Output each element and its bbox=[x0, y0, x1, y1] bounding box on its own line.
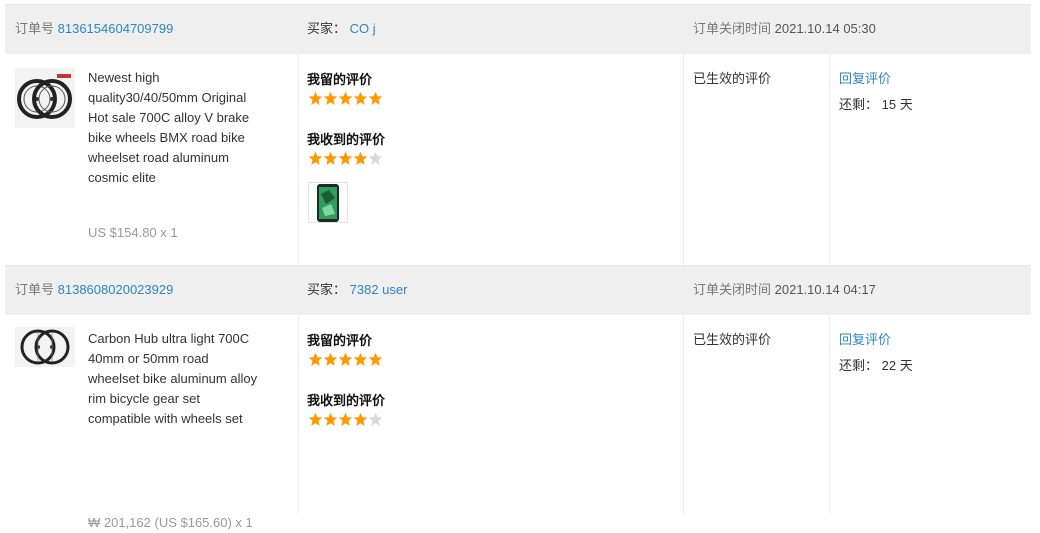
product-name[interactable]: Newest high quality30/40/50mm Original H… bbox=[88, 68, 258, 188]
order-number: 订单号 8138608020023929 bbox=[15, 266, 173, 314]
star-filled-icon bbox=[338, 412, 353, 426]
star-filled-icon bbox=[323, 352, 338, 366]
review-photo-attachment[interactable] bbox=[308, 182, 348, 223]
column-divider bbox=[683, 54, 684, 265]
remaining-days: 22 bbox=[881, 358, 897, 373]
my-review-title: 我留的评价 bbox=[307, 72, 373, 87]
order-number: 订单号 8136154604709799 bbox=[15, 5, 173, 53]
product-name[interactable]: Carbon Hub ultra light 700C 40mm or 50mm… bbox=[88, 329, 258, 429]
my-review-stars bbox=[308, 91, 383, 106]
buyer-link[interactable]: CO j bbox=[350, 21, 376, 36]
column-divider bbox=[829, 315, 830, 514]
remaining-label: 还剩： bbox=[839, 97, 879, 112]
remaining-time: 还剩： 15 天 bbox=[839, 94, 913, 113]
order-body: Carbon Hub ultra light 700C 40mm or 50mm… bbox=[5, 315, 1031, 530]
star-filled-icon bbox=[308, 91, 323, 105]
order-number-link[interactable]: 8136154604709799 bbox=[58, 21, 174, 36]
buyer-link[interactable]: 7382 user bbox=[350, 282, 408, 297]
buyer: 买家： 7382 user bbox=[307, 266, 407, 314]
close-time-value: 2021.10.14 05:30 bbox=[774, 21, 876, 36]
received-review-title: 我收到的评价 bbox=[307, 132, 386, 147]
star-filled-icon bbox=[323, 151, 338, 165]
column-divider bbox=[829, 54, 830, 265]
star-filled-icon bbox=[308, 412, 323, 426]
product-price: ₩ 201,162 (US $165.60) x 1 bbox=[88, 515, 253, 530]
star-empty-icon bbox=[368, 412, 383, 426]
column-divider bbox=[683, 315, 684, 514]
star-empty-icon bbox=[368, 151, 383, 165]
days-unit: 天 bbox=[899, 358, 913, 373]
close-time: 订单关闭时间 2021.10.14 05:30 bbox=[693, 5, 876, 53]
days-unit: 天 bbox=[899, 97, 913, 112]
star-filled-icon bbox=[353, 352, 368, 366]
column-divider bbox=[298, 54, 299, 265]
close-time-value: 2021.10.14 04:17 bbox=[774, 282, 876, 297]
remaining-days: 15 bbox=[881, 97, 897, 112]
star-filled-icon bbox=[338, 91, 353, 105]
star-filled-icon bbox=[323, 412, 338, 426]
order-number-label: 订单号 bbox=[15, 21, 55, 36]
order-header: 订单号 8138608020023929 买家： 7382 user 订单关闭时… bbox=[5, 265, 1031, 315]
order-number-label: 订单号 bbox=[15, 282, 55, 297]
order-number-link[interactable]: 8138608020023929 bbox=[58, 282, 174, 297]
star-filled-icon bbox=[308, 352, 323, 366]
reply-review-link[interactable]: 回复评价 bbox=[839, 68, 891, 87]
order-card: 订单号 8136154604709799 买家： CO j 订单关闭时间 202… bbox=[5, 4, 1031, 265]
close-time-label: 订单关闭时间 bbox=[693, 21, 772, 36]
star-filled-icon bbox=[353, 412, 368, 426]
review-list: 订单号 8136154604709799 买家： CO j 订单关闭时间 202… bbox=[0, 0, 1040, 530]
order-header: 订单号 8136154604709799 买家： CO j 订单关闭时间 202… bbox=[5, 4, 1031, 54]
column-divider bbox=[298, 315, 299, 514]
wheelset-image bbox=[17, 74, 72, 119]
received-review-stars bbox=[308, 151, 383, 166]
received-review-stars bbox=[308, 412, 383, 427]
star-filled-icon bbox=[338, 151, 353, 165]
photo-icon bbox=[317, 183, 339, 222]
effective-review-status: 已生效的评价 bbox=[693, 71, 772, 86]
star-filled-icon bbox=[353, 151, 368, 165]
buyer-label: 买家： bbox=[307, 21, 347, 36]
order-body: Newest high quality30/40/50mm Original H… bbox=[5, 54, 1031, 265]
reply-review-link[interactable]: 回复评价 bbox=[839, 329, 891, 348]
remaining-label: 还剩： bbox=[839, 358, 879, 373]
close-time: 订单关闭时间 2021.10.14 04:17 bbox=[693, 266, 876, 314]
my-review-stars bbox=[308, 352, 383, 367]
star-filled-icon bbox=[353, 91, 368, 105]
remaining-time: 还剩： 22 天 bbox=[839, 355, 913, 374]
product-price: US $154.80 x 1 bbox=[88, 225, 178, 240]
star-filled-icon bbox=[308, 151, 323, 165]
buyer: 买家： CO j bbox=[307, 5, 376, 53]
buyer-label: 买家： bbox=[307, 282, 347, 297]
order-card: 订单号 8138608020023929 买家： 7382 user 订单关闭时… bbox=[5, 265, 1031, 530]
star-filled-icon bbox=[338, 352, 353, 366]
product-thumbnail[interactable] bbox=[15, 68, 75, 128]
product-thumbnail[interactable] bbox=[15, 327, 75, 367]
close-time-label: 订单关闭时间 bbox=[693, 282, 772, 297]
my-review-title: 我留的评价 bbox=[307, 333, 373, 348]
star-filled-icon bbox=[368, 91, 383, 105]
star-filled-icon bbox=[368, 352, 383, 366]
star-filled-icon bbox=[323, 91, 338, 105]
received-review-title: 我收到的评价 bbox=[307, 393, 386, 408]
effective-review-status: 已生效的评价 bbox=[693, 332, 772, 347]
wheelset-image bbox=[20, 329, 70, 365]
